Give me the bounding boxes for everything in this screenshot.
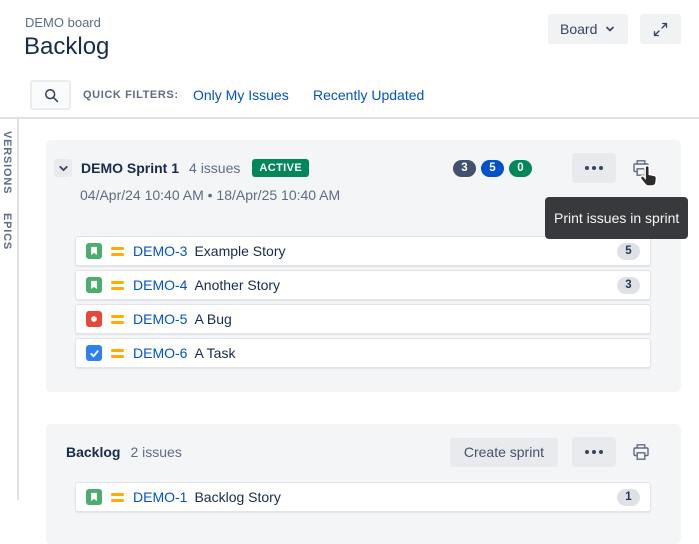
expand-icon: [653, 22, 668, 37]
printer-icon: [631, 158, 651, 178]
page-title: Backlog: [24, 33, 109, 61]
issue-key-link[interactable]: DEMO-5: [133, 311, 187, 327]
issue-summary: A Task: [194, 345, 235, 361]
sprint-date-range: 04/Apr/24 10:40 AM • 18/Apr/25 10:40 AM: [80, 187, 340, 203]
tooltip: Print issues in sprint: [545, 197, 688, 239]
search-icon: [43, 87, 59, 103]
issue-row[interactable]: DEMO-5 A Bug: [75, 304, 651, 334]
priority-medium-icon: [111, 349, 124, 358]
printer-icon: [631, 442, 651, 462]
chevron-down-icon: [604, 23, 616, 35]
backlog-issue-count: 2 issues: [130, 444, 181, 460]
chevron-down-icon: [57, 162, 70, 175]
filter-recently-updated[interactable]: Recently Updated: [313, 80, 424, 110]
header-divider: [0, 117, 699, 119]
filter-only-my-issues[interactable]: Only My Issues: [193, 80, 289, 110]
task-icon: [86, 345, 102, 361]
todo-count-badge: 3: [453, 160, 476, 177]
more-icon: [585, 166, 603, 170]
sprint-section: DEMO Sprint 1 4 issues ACTIVE 3 5 0 04/A…: [46, 140, 681, 392]
issue-row[interactable]: DEMO-6 A Task: [75, 338, 651, 368]
issue-row[interactable]: DEMO-4 Another Story 3: [75, 270, 651, 300]
issue-key-link[interactable]: DEMO-3: [133, 243, 187, 259]
estimate-badge: 5: [617, 243, 640, 260]
fullscreen-button[interactable]: [640, 14, 681, 44]
story-icon: [86, 243, 102, 259]
breadcrumb[interactable]: DEMO board: [25, 15, 101, 30]
estimate-badge: 3: [617, 277, 640, 294]
print-backlog-button[interactable]: [629, 440, 653, 464]
issue-summary: A Bug: [194, 311, 231, 327]
issue-key-link[interactable]: DEMO-4: [133, 277, 187, 293]
collapse-sprint-button[interactable]: [54, 159, 72, 177]
issue-summary: Example Story: [194, 243, 285, 259]
priority-medium-icon: [111, 247, 124, 256]
backlog-issue-list: DEMO-1 Backlog Story 1: [75, 482, 651, 516]
backlog-section: Backlog 2 issues Create sprint DEMO-1 Ba…: [46, 424, 681, 544]
board-button-label: Board: [560, 21, 597, 37]
priority-medium-icon: [111, 315, 124, 324]
more-icon: [585, 450, 603, 454]
priority-medium-icon: [111, 493, 124, 502]
search-button[interactable]: [30, 80, 71, 110]
sidebar-item-versions[interactable]: VERSIONS: [1, 131, 13, 194]
bug-icon: [86, 311, 102, 327]
story-icon: [86, 277, 102, 293]
priority-medium-icon: [111, 281, 124, 290]
backlog-more-actions-button[interactable]: [572, 437, 616, 467]
sprint-more-actions-button[interactable]: [572, 153, 616, 183]
backlog-name: Backlog: [66, 444, 120, 460]
sprint-name: DEMO Sprint 1: [81, 160, 179, 176]
issue-key-link[interactable]: DEMO-1: [133, 489, 187, 505]
create-sprint-button[interactable]: Create sprint: [450, 438, 558, 467]
sprint-header: DEMO Sprint 1 4 issues ACTIVE 3 5 0: [54, 153, 653, 183]
inprogress-count-badge: 5: [481, 160, 504, 177]
estimate-badge: 1: [617, 489, 640, 506]
sidebar-item-epics[interactable]: EPICS: [1, 213, 13, 250]
quick-filters-label: QUICK FILTERS:: [83, 80, 179, 110]
issue-summary: Backlog Story: [194, 489, 280, 505]
issue-row[interactable]: DEMO-1 Backlog Story 1: [75, 482, 651, 512]
done-count-badge: 0: [509, 160, 532, 177]
board-switcher-button[interactable]: Board: [548, 14, 628, 44]
issue-summary: Another Story: [194, 277, 280, 293]
story-icon: [86, 489, 102, 505]
backlog-header: Backlog 2 issues Create sprint: [54, 437, 653, 467]
sprint-issue-count: 4 issues: [189, 160, 240, 176]
print-sprint-button[interactable]: [629, 156, 653, 180]
issue-row[interactable]: DEMO-3 Example Story 5: [75, 236, 651, 266]
issue-key-link[interactable]: DEMO-6: [133, 345, 187, 361]
sidebar: VERSIONS EPICS: [0, 119, 19, 500]
sprint-issue-list: DEMO-3 Example Story 5 DEMO-4 Another St…: [75, 236, 651, 372]
sprint-status-badge: ACTIVE: [252, 159, 309, 177]
